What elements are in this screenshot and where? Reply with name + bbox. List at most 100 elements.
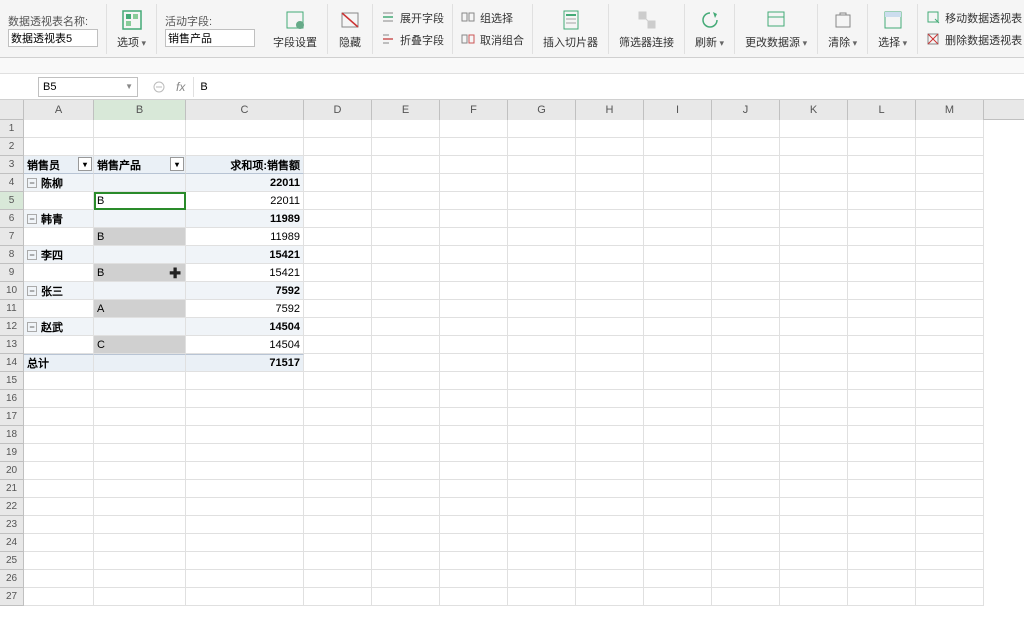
cell-J27[interactable] (712, 588, 780, 606)
cell-C2[interactable] (186, 138, 304, 156)
cell-E13[interactable] (372, 336, 440, 354)
cell-D1[interactable] (304, 120, 372, 138)
cell-J10[interactable] (712, 282, 780, 300)
column-header-F[interactable]: F (440, 100, 508, 120)
row-header-9[interactable]: 9 (0, 264, 24, 282)
cell-J14[interactable] (712, 354, 780, 372)
cell-D3[interactable] (304, 156, 372, 174)
cell-H4[interactable] (576, 174, 644, 192)
cell-C21[interactable] (186, 480, 304, 498)
cell-I22[interactable] (644, 498, 712, 516)
insert-slicer-button[interactable]: 插入切片器 (537, 4, 604, 54)
group-selection-button[interactable]: 组选择 (457, 7, 528, 29)
cell-I21[interactable] (644, 480, 712, 498)
cell-A18[interactable] (24, 426, 94, 444)
cell-M22[interactable] (916, 498, 984, 516)
cell-B1[interactable] (94, 120, 186, 138)
cell-D22[interactable] (304, 498, 372, 516)
collapse-field-button[interactable]: 折叠字段 (377, 29, 448, 51)
collapse-toggle-icon[interactable]: − (27, 250, 37, 260)
column-header-H[interactable]: H (576, 100, 644, 120)
cell-B20[interactable] (94, 462, 186, 480)
cell-I8[interactable] (644, 246, 712, 264)
cell-F1[interactable] (440, 120, 508, 138)
cell-H14[interactable] (576, 354, 644, 372)
cell-M18[interactable] (916, 426, 984, 444)
cell-F12[interactable] (440, 318, 508, 336)
cell-H5[interactable] (576, 192, 644, 210)
cell-I1[interactable] (644, 120, 712, 138)
cell-K1[interactable] (780, 120, 848, 138)
cell-A25[interactable] (24, 552, 94, 570)
cell-F2[interactable] (440, 138, 508, 156)
cell-M17[interactable] (916, 408, 984, 426)
cell-K26[interactable] (780, 570, 848, 588)
cell-C25[interactable] (186, 552, 304, 570)
cell-B15[interactable] (94, 372, 186, 390)
cell-B25[interactable] (94, 552, 186, 570)
cell-D23[interactable] (304, 516, 372, 534)
cell-M2[interactable] (916, 138, 984, 156)
select-all-corner[interactable] (0, 100, 24, 120)
cell-F19[interactable] (440, 444, 508, 462)
collapse-toggle-icon[interactable]: − (27, 178, 37, 188)
cell-M11[interactable] (916, 300, 984, 318)
column-header-M[interactable]: M (916, 100, 984, 120)
cell-L22[interactable] (848, 498, 916, 516)
cell-H16[interactable] (576, 390, 644, 408)
cell-F15[interactable] (440, 372, 508, 390)
cell-F9[interactable] (440, 264, 508, 282)
expand-field-button[interactable]: 展开字段 (377, 7, 448, 29)
cell-C26[interactable] (186, 570, 304, 588)
cell-H22[interactable] (576, 498, 644, 516)
cell-F7[interactable] (440, 228, 508, 246)
cell-H12[interactable] (576, 318, 644, 336)
cell-J19[interactable] (712, 444, 780, 462)
cell-G25[interactable] (508, 552, 576, 570)
cell-A16[interactable] (24, 390, 94, 408)
cell-C1[interactable] (186, 120, 304, 138)
row-header-26[interactable]: 26 (0, 570, 24, 588)
cell-H18[interactable] (576, 426, 644, 444)
cell-C4[interactable]: 22011 (186, 174, 304, 192)
cell-L19[interactable] (848, 444, 916, 462)
cell-C7[interactable]: 11989 (186, 228, 304, 246)
cell-L23[interactable] (848, 516, 916, 534)
row-header-10[interactable]: 10 (0, 282, 24, 300)
cell-F16[interactable] (440, 390, 508, 408)
cell-H19[interactable] (576, 444, 644, 462)
cell-L2[interactable] (848, 138, 916, 156)
cell-F13[interactable] (440, 336, 508, 354)
row-header-22[interactable]: 22 (0, 498, 24, 516)
cell-C5[interactable]: 22011 (186, 192, 304, 210)
cell-A17[interactable] (24, 408, 94, 426)
cell-L26[interactable] (848, 570, 916, 588)
cell-J1[interactable] (712, 120, 780, 138)
cell-H2[interactable] (576, 138, 644, 156)
cell-I24[interactable] (644, 534, 712, 552)
cell-K5[interactable] (780, 192, 848, 210)
cell-L17[interactable] (848, 408, 916, 426)
cell-D4[interactable] (304, 174, 372, 192)
cell-A6[interactable]: −韩青 (24, 210, 94, 228)
cell-M14[interactable] (916, 354, 984, 372)
cell-C14[interactable]: 71517 (186, 354, 304, 372)
cell-J6[interactable] (712, 210, 780, 228)
cell-M20[interactable] (916, 462, 984, 480)
cell-M8[interactable] (916, 246, 984, 264)
cell-I11[interactable] (644, 300, 712, 318)
cell-G2[interactable] (508, 138, 576, 156)
cell-I13[interactable] (644, 336, 712, 354)
cell-E14[interactable] (372, 354, 440, 372)
cell-M1[interactable] (916, 120, 984, 138)
cell-C3[interactable]: 求和项:销售额 (186, 156, 304, 174)
cell-C20[interactable] (186, 462, 304, 480)
cell-G15[interactable] (508, 372, 576, 390)
cell-J9[interactable] (712, 264, 780, 282)
cell-H23[interactable] (576, 516, 644, 534)
delete-pt-button[interactable]: 删除数据透视表 (922, 29, 1024, 51)
cell-F20[interactable] (440, 462, 508, 480)
cell-K3[interactable] (780, 156, 848, 174)
cell-E7[interactable] (372, 228, 440, 246)
cell-A7[interactable] (24, 228, 94, 246)
